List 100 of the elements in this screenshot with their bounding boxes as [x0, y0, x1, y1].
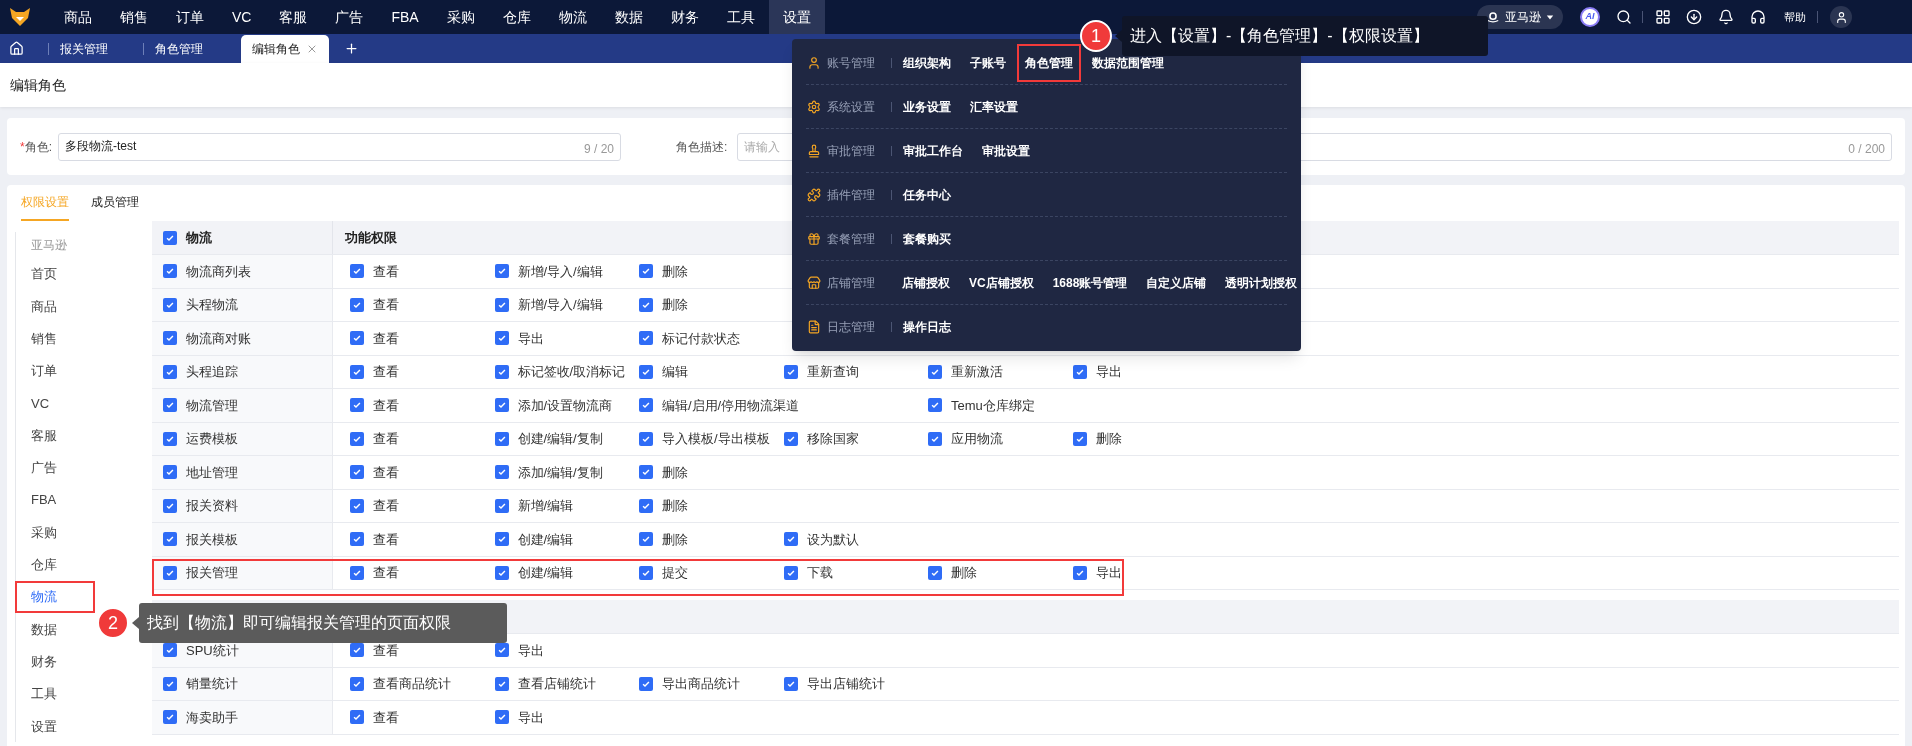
checkbox[interactable]	[163, 364, 177, 379]
sidebar-item[interactable]: 首页	[15, 258, 152, 291]
page-tab[interactable]: 报关管理	[49, 35, 119, 63]
checkbox[interactable]	[639, 431, 653, 446]
menu-item[interactable]: 自定义店铺	[1140, 271, 1213, 294]
nav-item[interactable]: 物流	[544, 0, 601, 34]
checkbox[interactable]	[928, 431, 942, 446]
sidebar-item[interactable]: VC	[15, 387, 152, 420]
checkbox[interactable]	[350, 643, 364, 658]
checkbox[interactable]	[783, 364, 798, 379]
checkbox[interactable]	[783, 676, 798, 691]
checkbox[interactable]	[350, 498, 364, 513]
nav-item[interactable]: 广告	[321, 0, 378, 34]
checkbox[interactable]	[163, 431, 177, 446]
sidebar-item[interactable]: 采购	[15, 516, 152, 549]
checkbox[interactable]	[494, 676, 509, 691]
nav-item[interactable]: FBA	[377, 0, 433, 34]
card-tab[interactable]: 成员管理	[91, 185, 139, 221]
sidebar-item[interactable]: FBA	[15, 484, 152, 517]
checkbox[interactable]	[494, 331, 509, 346]
nav-item[interactable]: 仓库	[488, 0, 545, 34]
menu-item[interactable]: 角色管理	[1019, 45, 1079, 80]
checkbox[interactable]	[163, 264, 177, 279]
sidebar-item[interactable]: 客服	[15, 419, 152, 452]
menu-item[interactable]: VC店铺授权	[963, 271, 1040, 294]
checkbox[interactable]	[494, 565, 509, 580]
checkbox[interactable]	[163, 398, 177, 413]
checkbox[interactable]	[163, 230, 177, 245]
menu-item[interactable]: 业务设置	[897, 95, 957, 118]
menu-item[interactable]: 套餐购买	[897, 227, 957, 250]
sidebar-item[interactable]: 广告	[15, 451, 152, 485]
checkbox[interactable]	[783, 532, 798, 547]
checkbox[interactable]	[163, 297, 177, 312]
sidebar-item[interactable]: 设置	[15, 710, 152, 743]
checkbox[interactable]	[639, 465, 653, 480]
checkbox[interactable]	[928, 398, 942, 413]
checkbox[interactable]	[350, 676, 364, 691]
sidebar-item[interactable]: 商品	[15, 290, 152, 323]
menu-item[interactable]: 透明计划授权	[1219, 271, 1304, 294]
checkbox[interactable]	[350, 364, 364, 379]
checkbox[interactable]	[163, 532, 177, 547]
bell-icon[interactable]	[1718, 9, 1734, 25]
checkbox[interactable]	[350, 264, 364, 279]
nav-item[interactable]: 客服	[265, 0, 322, 34]
search-icon[interactable]	[1616, 9, 1632, 25]
checkbox[interactable]	[163, 676, 177, 691]
checkbox[interactable]	[163, 465, 177, 480]
sidebar-item[interactable]: 仓库	[15, 548, 152, 581]
checkbox[interactable]	[639, 398, 653, 413]
sidebar-item[interactable]: 销售	[15, 322, 152, 355]
checkbox[interactable]	[639, 331, 653, 346]
menu-item[interactable]: 1688账号管理	[1046, 271, 1134, 294]
apps-grid-icon[interactable]	[1655, 9, 1671, 25]
checkbox[interactable]	[163, 498, 177, 513]
sidebar-item[interactable]: 工具	[15, 677, 152, 711]
checkbox[interactable]	[350, 297, 364, 312]
help-link[interactable]: 帮助	[1784, 8, 1806, 26]
headset-icon[interactable]	[1750, 9, 1766, 25]
nav-item[interactable]: 采购	[432, 0, 489, 34]
checkbox[interactable]	[494, 498, 509, 513]
nav-item[interactable]: 设置	[768, 0, 825, 34]
checkbox[interactable]	[1072, 431, 1087, 446]
menu-item[interactable]: 审批工作台	[897, 139, 969, 162]
menu-item[interactable]: 任务中心	[897, 183, 957, 206]
checkbox[interactable]	[639, 498, 653, 513]
menu-item[interactable]: 汇率设置	[964, 95, 1024, 118]
checkbox[interactable]	[639, 532, 653, 547]
checkbox[interactable]	[494, 532, 509, 547]
menu-item[interactable]: 店铺授权	[896, 271, 956, 294]
add-tab-icon[interactable]	[344, 41, 359, 56]
checkbox[interactable]	[639, 264, 653, 279]
page-tab[interactable]: 编辑角色	[241, 35, 329, 63]
checkbox[interactable]	[494, 431, 509, 446]
checkbox[interactable]	[494, 297, 509, 312]
checkbox[interactable]	[639, 565, 653, 580]
checkbox[interactable]	[494, 264, 509, 279]
checkbox[interactable]	[783, 565, 798, 580]
platform-selector[interactable]: 亚马逊	[1477, 5, 1563, 29]
nav-item[interactable]: 数据	[600, 0, 657, 34]
checkbox[interactable]	[494, 643, 509, 658]
checkbox[interactable]	[163, 643, 177, 658]
nav-item[interactable]: 商品	[50, 0, 106, 34]
checkbox[interactable]	[350, 465, 364, 480]
checkbox[interactable]	[350, 710, 364, 725]
checkbox[interactable]	[494, 710, 509, 725]
menu-item[interactable]: 子账号	[964, 51, 1012, 74]
checkbox[interactable]	[350, 331, 364, 346]
nav-item[interactable]: 财务	[656, 0, 713, 34]
download-icon[interactable]	[1686, 9, 1702, 25]
menu-item[interactable]: 审批设置	[976, 139, 1036, 162]
checkbox[interactable]	[163, 331, 177, 346]
menu-item[interactable]: 操作日志	[897, 316, 957, 338]
checkbox[interactable]	[163, 710, 177, 725]
checkbox[interactable]	[494, 398, 509, 413]
sidebar-item[interactable]: 订单	[15, 354, 152, 388]
home-icon[interactable]	[9, 41, 24, 56]
ai-badge[interactable]: AI	[1580, 7, 1600, 27]
checkbox[interactable]	[350, 431, 364, 446]
checkbox[interactable]	[1072, 565, 1087, 580]
checkbox[interactable]	[163, 565, 177, 580]
